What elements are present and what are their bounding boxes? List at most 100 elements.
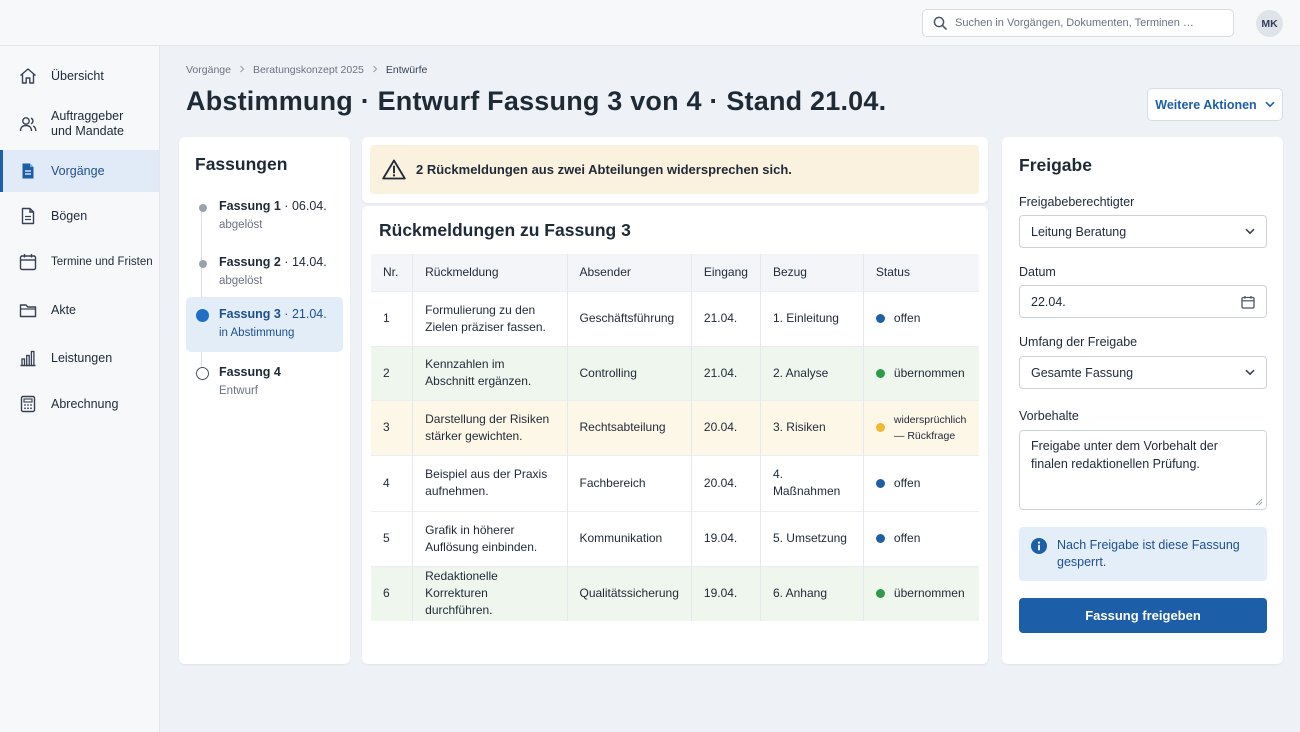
resize-handle-icon[interactable] xyxy=(1255,498,1263,506)
versions-title: Fassungen xyxy=(195,154,288,174)
version-title: Fassung 4 xyxy=(219,365,281,379)
page-title: Abstimmung · Entwurf Fassung 3 von 4 · S… xyxy=(186,86,887,116)
info-icon xyxy=(1031,538,1047,554)
version-status: in Abstimmung xyxy=(219,327,295,339)
cell-status: übernommen xyxy=(863,565,979,621)
column-header[interactable]: Eingang xyxy=(691,254,761,291)
cell-feedback: Darstellung der Risiken stärker gewichte… xyxy=(412,399,568,455)
cell-nr: 4 xyxy=(371,454,414,511)
version-title: Fassung 1 · 06.04. xyxy=(219,199,327,213)
chevron-down-icon xyxy=(1265,101,1275,108)
version-item-3[interactable]: Fassung 3 · 21.04. in Abstimmung xyxy=(186,297,343,352)
date-value: 22.04. xyxy=(1031,294,1066,309)
column-header[interactable]: Status xyxy=(863,254,979,291)
feedback-panel: Rückmeldungen zu Fassung 3 Nr. Rückmeldu… xyxy=(362,206,988,664)
file-icon xyxy=(18,206,38,226)
table-row[interactable]: 3 Darstellung der Risiken stärker gewich… xyxy=(371,399,979,455)
date-field[interactable]: 22.04. xyxy=(1019,285,1267,318)
sidebar-item-uebersicht[interactable]: Übersicht xyxy=(0,62,159,90)
cell-feedback: Beispiel aus der Praxis aufnehmen. xyxy=(412,454,568,511)
cell-date: 20.04. xyxy=(691,454,761,511)
calendar-icon xyxy=(18,252,38,272)
column-header[interactable]: Absender xyxy=(567,254,692,291)
cell-sender: Controlling xyxy=(567,345,692,400)
table-row[interactable]: 5 Grafik in höherer Auflösung einbinden.… xyxy=(371,510,979,566)
status-dot xyxy=(875,589,885,599)
calculator-icon xyxy=(18,394,38,414)
version-item-2[interactable]: Fassung 2 · 14.04. abgelöst xyxy=(186,245,343,300)
release-button[interactable]: Fassung freigeben xyxy=(1019,598,1267,633)
sidebar-item-label: Abrechnung xyxy=(51,396,119,411)
cell-date: 21.04. xyxy=(691,290,761,346)
chevron-down-icon xyxy=(1245,369,1255,376)
cell-nr: 5 xyxy=(371,510,414,566)
timeline-dot-active xyxy=(196,309,209,322)
avatar[interactable]: MK xyxy=(1256,10,1283,37)
breadcrumb-link-vorgaenge[interactable]: Vorgänge xyxy=(186,64,231,76)
sidebar-item-label: Auftraggeber und Mandate xyxy=(51,109,124,138)
column-header[interactable]: Nr. xyxy=(371,254,414,291)
sidebar: Übersicht Auftraggeber und Mandate Vorgä… xyxy=(0,46,160,732)
table-row[interactable]: 2 Kennzahlen im Abschnitt ergänzen. Cont… xyxy=(371,345,979,400)
sidebar-item-leistungen[interactable]: Leistungen xyxy=(0,344,159,372)
chevron-right-icon xyxy=(239,64,245,76)
warning-text: 2 Rückmeldungen aus zwei Abteilungen wid… xyxy=(416,162,792,177)
scope-select[interactable]: Gesamte Fassung xyxy=(1019,356,1267,389)
timeline-dot-open xyxy=(196,367,209,380)
table-header-row: Nr. Rückmeldung Absender Eingang Bezug S… xyxy=(371,254,979,291)
more-actions-button[interactable]: Weitere Aktionen xyxy=(1147,88,1283,121)
column-header[interactable]: Bezug xyxy=(760,254,864,291)
timeline-dot xyxy=(199,260,207,268)
sidebar-item-label: Akte xyxy=(51,302,77,317)
version-name: Fassung 1 xyxy=(219,199,281,213)
versions-panel: Fassungen Fassung 1 · 06.04. abgelöst Fa… xyxy=(179,137,350,664)
status-text: offen xyxy=(893,475,921,490)
reservations-textarea[interactable]: Freigabe unter dem Vorbehalt der finalen… xyxy=(1019,430,1267,510)
more-actions-label: Weitere Aktionen xyxy=(1155,97,1257,112)
date-label: Datum xyxy=(1019,265,1056,279)
column-header[interactable]: Rückmeldung xyxy=(412,254,568,291)
cell-nr: 3 xyxy=(371,399,414,455)
sidebar-item-label: Leistungen xyxy=(51,350,113,365)
feedback-title: Rückmeldungen zu Fassung 3 xyxy=(379,220,631,240)
cell-feedback: Kennzahlen im Abschnitt ergänzen. xyxy=(412,345,568,400)
breadcrumb: Vorgänge Beratungskonzept 2025 Entwürfe xyxy=(186,64,427,76)
search-box[interactable] xyxy=(922,9,1234,37)
cell-status: übernommen xyxy=(863,345,979,400)
sidebar-item-boegen[interactable]: Bögen xyxy=(0,202,159,230)
warning-card: 2 Rückmeldungen aus zwei Abteilungen wid… xyxy=(362,137,988,203)
status-text: übernommen xyxy=(893,586,965,601)
status-dot xyxy=(875,314,885,323)
status-text: übernommen xyxy=(893,365,965,380)
table-row[interactable]: 4 Beispiel aus der Praxis aufnehmen. Fac… xyxy=(371,454,979,511)
breadcrumb-current: Entwürfe xyxy=(385,64,428,76)
cell-reference: 5. Umsetzung xyxy=(760,510,864,566)
version-date: 06.04. xyxy=(291,199,327,213)
sidebar-item-label: Vorgänge xyxy=(51,163,105,178)
version-item-4[interactable]: Fassung 4 Entwurf xyxy=(186,355,343,410)
table-row[interactable]: 1 Formulierung zu den Zielen präziser fa… xyxy=(371,290,979,346)
sidebar-item-termine[interactable]: Termine und Fristen xyxy=(0,248,159,276)
cell-date: 19.04. xyxy=(691,510,761,566)
cell-reference: 2. Analyse xyxy=(760,345,864,400)
version-status: abgelöst xyxy=(219,219,263,231)
approver-label: Freigabeberechtigter xyxy=(1019,195,1135,209)
sidebar-item-vorgaenge[interactable]: Vorgänge xyxy=(0,150,159,192)
sidebar-item-auftraggeber[interactable]: Auftraggeber und Mandate xyxy=(0,106,159,142)
search-input[interactable] xyxy=(955,17,1215,29)
sidebar-item-akte[interactable]: Akte xyxy=(0,296,159,324)
sidebar-item-abrechnung[interactable]: Abrechnung xyxy=(0,390,159,418)
status-text: offen xyxy=(893,531,921,545)
sidebar-item-label: Termine und Fristen xyxy=(51,255,153,268)
version-date: 21.04. xyxy=(291,307,327,321)
cell-status: offen xyxy=(863,510,979,566)
sidebar-item-label: Übersicht xyxy=(51,68,104,83)
cell-nr: 6 xyxy=(371,565,414,621)
version-item-1[interactable]: Fassung 1 · 06.04. abgelöst xyxy=(186,189,343,244)
home-icon xyxy=(18,66,38,86)
approver-select[interactable]: Leitung Beratung xyxy=(1019,215,1267,248)
reservations-value: Freigabe unter dem Vorbehalt der finalen… xyxy=(1031,439,1218,471)
breadcrumb-link-beratungskonzept[interactable]: Beratungskonzept 2025 xyxy=(253,64,364,76)
table-row[interactable]: 6 Redaktionelle Korrekturen durchführen.… xyxy=(371,565,979,621)
calendar-icon[interactable] xyxy=(1241,295,1255,309)
